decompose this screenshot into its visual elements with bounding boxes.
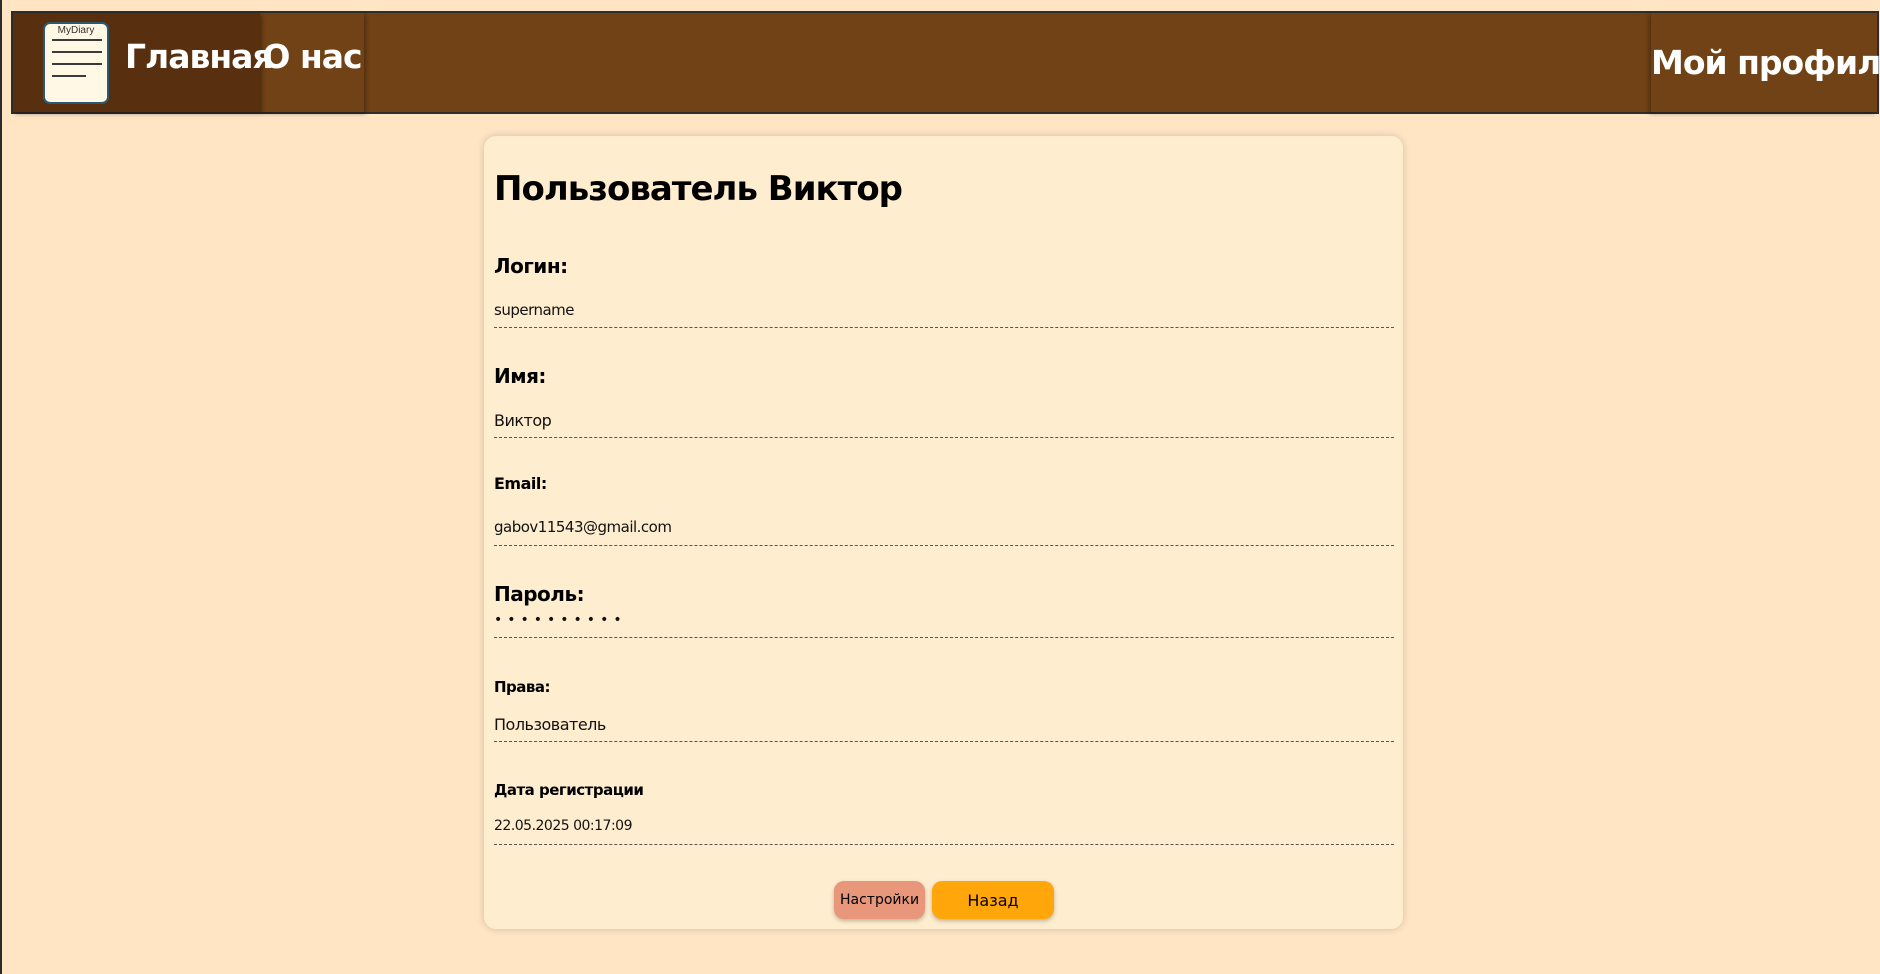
- field-password-label: Пароль:: [494, 582, 585, 606]
- logo-text: MyDiary: [57, 25, 95, 36]
- divider-name: [494, 437, 1394, 438]
- field-email-label: Email:: [494, 474, 547, 493]
- field-login-label: Логин:: [494, 254, 568, 278]
- nav-home-label[interactable]: Главная: [125, 13, 274, 112]
- field-rights-label: Права:: [494, 678, 551, 696]
- logo-line: [52, 39, 102, 41]
- field-password-value: ••••••••••: [494, 612, 624, 628]
- settings-button[interactable]: Настройки: [834, 881, 925, 919]
- field-email-value: gabov11543@gmail.com: [494, 518, 672, 536]
- nav-about-link[interactable]: О нас: [260, 13, 364, 112]
- top-navbar: MyDiary Главная О нас Мой профиль: [11, 11, 1880, 114]
- profile-card: Пользователь Виктор Логин: supername Имя…: [484, 136, 1403, 929]
- divider-email: [494, 545, 1394, 546]
- field-registration-date-label: Дата регистрации: [494, 781, 644, 799]
- divider-login: [494, 327, 1394, 328]
- logo-line: [52, 51, 102, 53]
- field-name-value: Виктор: [494, 411, 552, 430]
- field-rights-value: Пользователь: [494, 715, 606, 734]
- field-login-value: supername: [494, 301, 575, 319]
- nav-home-link[interactable]: MyDiary Главная: [13, 13, 274, 112]
- back-button[interactable]: Назад: [932, 881, 1054, 919]
- logo-line: [52, 75, 86, 77]
- divider-password: [494, 637, 1394, 638]
- divider-rights: [494, 741, 1394, 742]
- field-registration-date-value: 22.05.2025 00:17:09: [494, 818, 633, 834]
- page-title: Пользователь Виктор: [494, 169, 903, 209]
- logo-line: [52, 63, 102, 65]
- divider-registration-date: [494, 844, 1394, 845]
- field-name-label: Имя:: [494, 364, 546, 388]
- notepad-icon[interactable]: MyDiary: [43, 22, 109, 104]
- nav-profile-link[interactable]: Мой профиль: [1651, 13, 1880, 112]
